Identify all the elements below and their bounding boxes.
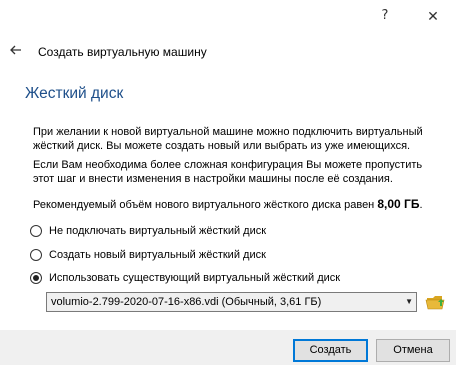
chevron-down-icon: ▼ [405, 297, 413, 306]
description-text-advanced: Если Вам необходима более сложная конфиг… [33, 159, 423, 185]
option-label: Использовать существующий виртуальный жё… [49, 272, 341, 284]
arrow-left-icon [10, 45, 21, 55]
create-button[interactable]: Создать [293, 339, 368, 362]
option-no-disk[interactable]: Не подключать виртуальный жёсткий диск [30, 223, 266, 239]
page-heading: Жесткий диск [25, 85, 124, 102]
disk-select-value: volumio-2.799-2020-07-16-x86.vdi (Обычны… [51, 296, 322, 308]
recommended-size-value: 8,00 ГБ [377, 197, 420, 211]
disk-select[interactable]: volumio-2.799-2020-07-16-x86.vdi (Обычны… [46, 292, 417, 312]
option-label: Не подключать виртуальный жёсткий диск [49, 225, 267, 237]
close-button[interactable]: ✕ [420, 5, 446, 27]
cancel-button[interactable]: Отмена [376, 339, 450, 362]
option-use-existing-disk[interactable]: Использовать существующий виртуальный жё… [30, 270, 340, 286]
help-button[interactable]: ? [372, 5, 398, 27]
option-label: Создать новый виртуальный жёсткий диск [49, 249, 266, 261]
radio-button-selected[interactable] [30, 272, 42, 284]
back-button[interactable] [6, 40, 26, 60]
title-bar: ? ✕ [0, 0, 456, 34]
recommended-size-text: Рекомендуемый объём нового виртуального … [33, 197, 443, 212]
recommended-size-label: Рекомендуемый объём нового виртуального … [33, 199, 378, 211]
choose-disk-button[interactable] [425, 292, 447, 312]
description-text: При желании к новой виртуальной машине м… [33, 126, 423, 152]
wizard-title: Создать виртуальную машину [38, 45, 207, 59]
radio-button[interactable] [30, 249, 42, 261]
recommended-size-end: . [419, 199, 423, 211]
option-create-new-disk[interactable]: Создать новый виртуальный жёсткий диск [30, 247, 266, 263]
folder-open-icon [425, 296, 445, 310]
radio-button[interactable] [30, 225, 42, 237]
